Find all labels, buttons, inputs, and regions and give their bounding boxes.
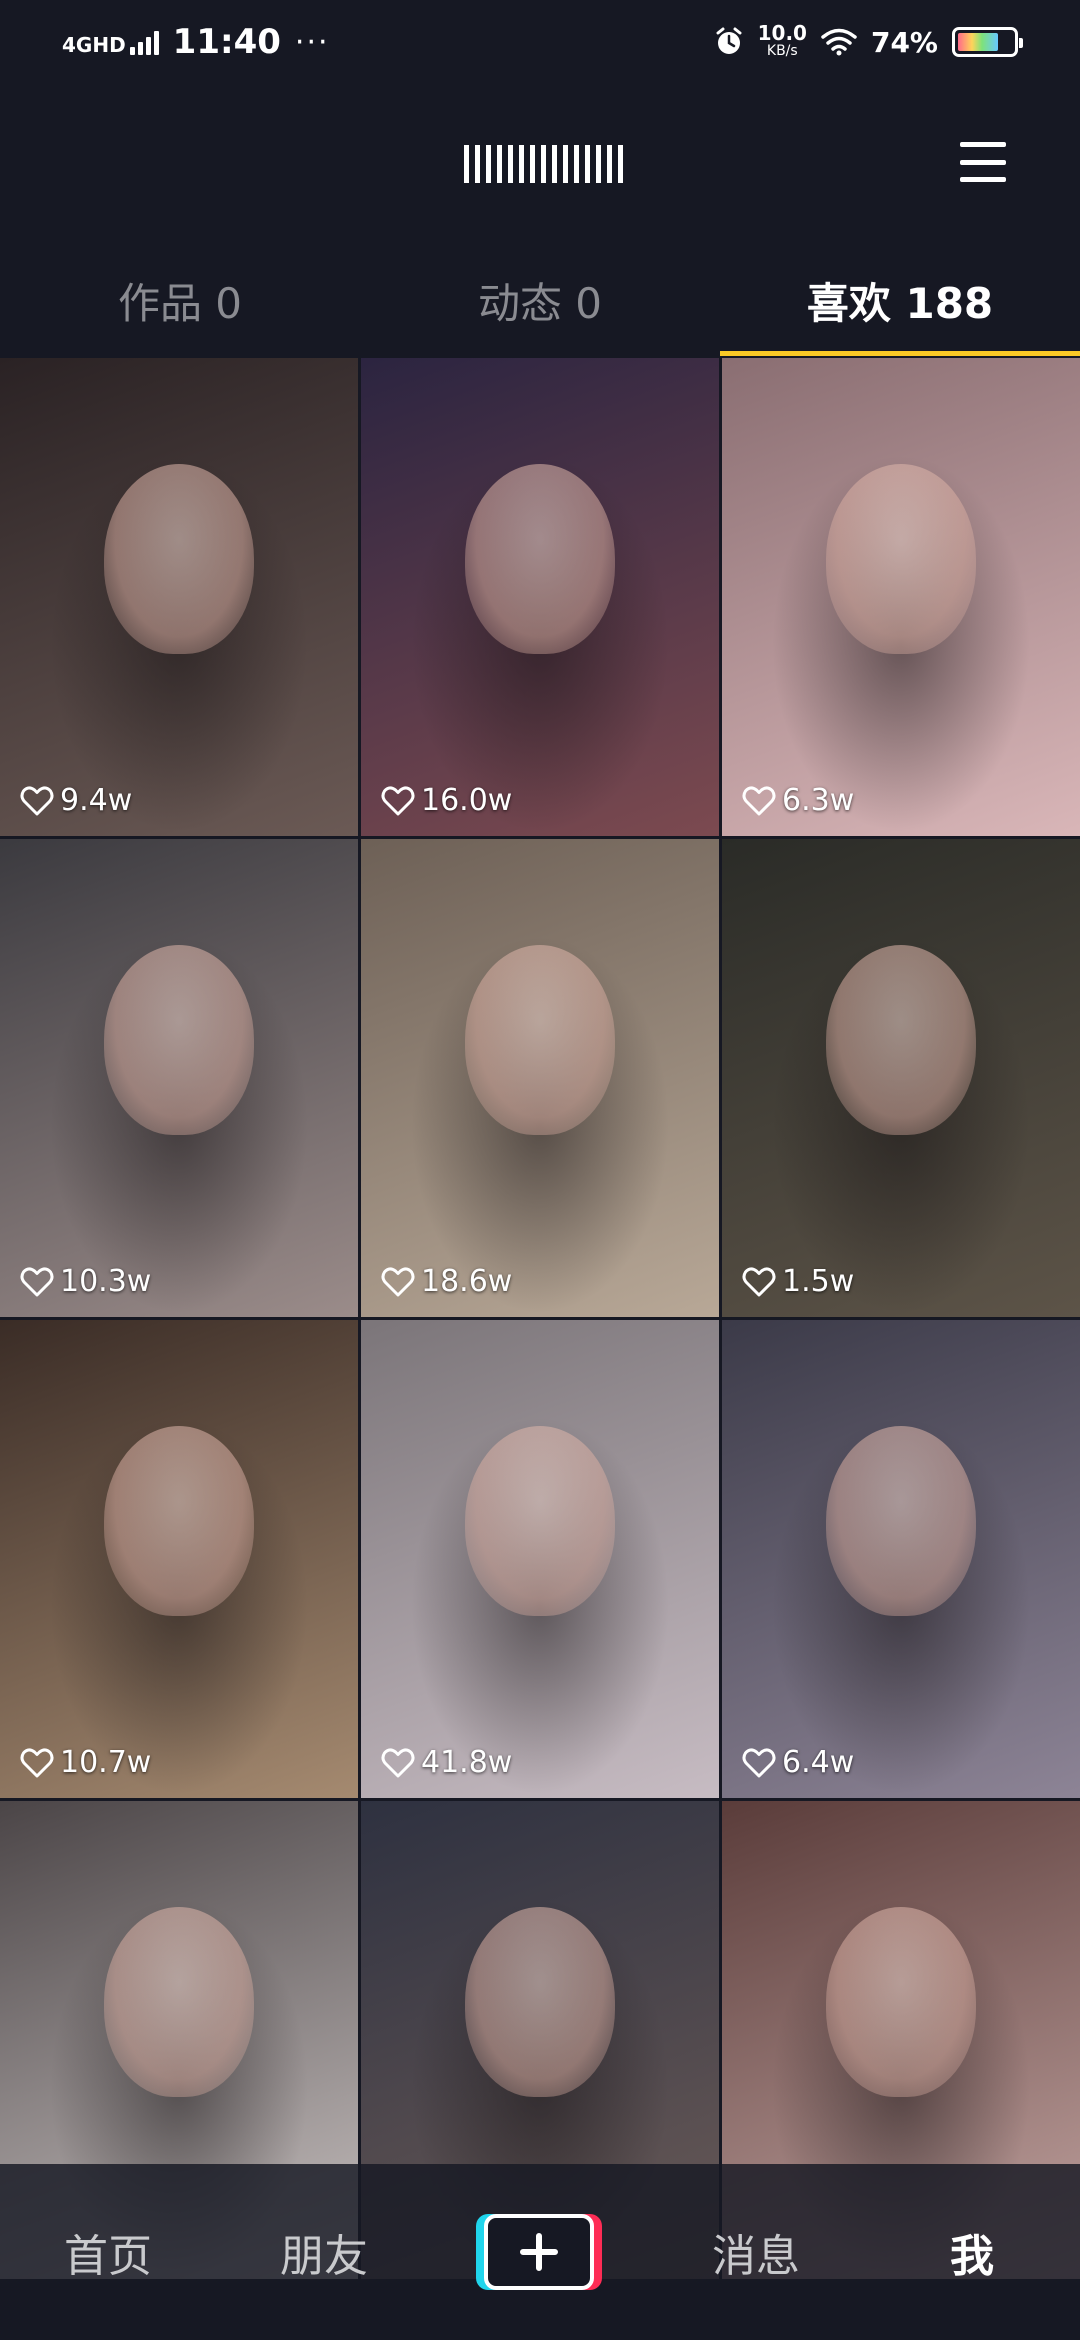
video-thumbnail[interactable]: 6.3w xyxy=(722,358,1080,836)
video-thumbnail[interactable]: 16.0w xyxy=(361,358,719,836)
username-placeholder xyxy=(464,144,623,184)
signal-icon xyxy=(129,29,159,55)
hamburger-menu-icon[interactable] xyxy=(960,142,1006,182)
thumbnail-subject xyxy=(465,463,615,654)
heart-outline-icon xyxy=(20,1748,54,1777)
like-count: 1.5w xyxy=(742,1264,854,1299)
heart-outline-icon xyxy=(381,1748,415,1777)
like-count-value: 16.0w xyxy=(421,783,513,818)
like-count-value: 10.3w xyxy=(60,1264,152,1299)
heart-outline-icon xyxy=(20,1267,54,1296)
like-count-value: 9.4w xyxy=(60,783,133,818)
video-thumbnail[interactable]: 10.3w xyxy=(0,839,358,1317)
thumbnail-subject xyxy=(104,1425,254,1616)
status-left: 4GHD 11:40 ··· xyxy=(62,22,330,62)
tab-works[interactable]: 作品 0 xyxy=(0,244,360,356)
thumbnail-subject xyxy=(826,463,976,654)
bottom-navigation: 首页 朋友 消息 我 xyxy=(0,2164,1080,2340)
like-count-value: 41.8w xyxy=(421,1745,513,1780)
profile-header xyxy=(0,84,1080,244)
like-count: 6.3w xyxy=(742,783,854,818)
like-count-value: 18.6w xyxy=(421,1264,513,1299)
liked-videos-grid: 9.4w 16.0w 6.3w 10.3w 18.6w 1.5w 10.7w 41.8w 6.4… xyxy=(0,358,1080,2279)
alarm-icon xyxy=(716,27,742,54)
thumbnail-subject xyxy=(104,944,254,1135)
video-thumbnail[interactable]: 41.8w xyxy=(361,1320,719,1798)
like-count-value: 6.3w xyxy=(782,783,855,818)
battery-fill xyxy=(958,33,998,51)
video-thumbnail[interactable]: 10.7w xyxy=(0,1320,358,1798)
nav-me[interactable]: 我 xyxy=(864,2220,1080,2284)
create-wrap xyxy=(432,2214,648,2290)
profile-tabs: 作品 0 动态 0 喜欢 188 xyxy=(0,244,1080,356)
thumbnail-subject xyxy=(465,1425,615,1616)
status-right: 10.0 KB/s 74% xyxy=(714,23,1023,60)
heart-outline-icon xyxy=(742,786,776,815)
battery-icon xyxy=(952,27,1023,57)
heart-outline-icon xyxy=(381,1267,415,1296)
heart-outline-icon xyxy=(742,1267,776,1296)
nav-messages[interactable]: 消息 xyxy=(648,2220,864,2284)
more-notifications-icon: ··· xyxy=(294,24,330,60)
tab-activity[interactable]: 动态 0 xyxy=(360,244,720,356)
plus-icon xyxy=(520,2233,558,2271)
video-thumbnail[interactable]: 1.5w xyxy=(722,839,1080,1317)
like-count: 6.4w xyxy=(742,1745,854,1780)
battery-percent: 74% xyxy=(870,25,938,59)
like-count-value: 1.5w xyxy=(782,1264,855,1299)
clock: 11:40 xyxy=(172,22,281,62)
video-thumbnail[interactable]: 9.4w xyxy=(0,358,358,836)
tab-likes[interactable]: 喜欢 188 xyxy=(720,244,1080,356)
network-type: 4GHD xyxy=(62,33,126,57)
thumbnail-subject xyxy=(465,944,615,1135)
thumbnail-subject xyxy=(104,1906,254,2097)
nav-friends[interactable]: 朋友 xyxy=(216,2220,432,2284)
thumbnail-subject xyxy=(826,1425,976,1616)
network-speed: 10.0 KB/s xyxy=(758,23,807,60)
thumbnail-subject xyxy=(104,463,254,654)
like-count: 41.8w xyxy=(381,1745,512,1780)
like-count-value: 10.7w xyxy=(60,1745,152,1780)
create-video-button[interactable] xyxy=(476,2214,602,2290)
like-count: 18.6w xyxy=(381,1264,512,1299)
like-count: 16.0w xyxy=(381,783,512,818)
status-bar: 4GHD 11:40 ··· 10.0 KB/s 74% xyxy=(0,0,1080,84)
like-count: 10.3w xyxy=(20,1264,151,1299)
video-thumbnail[interactable]: 6.4w xyxy=(722,1320,1080,1798)
video-thumbnail[interactable]: 18.6w xyxy=(361,839,719,1317)
like-count: 9.4w xyxy=(20,783,132,818)
network-indicator: 4GHD xyxy=(62,29,159,55)
heart-outline-icon xyxy=(381,786,415,815)
wifi-icon xyxy=(821,28,857,56)
heart-outline-icon xyxy=(742,1748,776,1777)
thumbnail-subject xyxy=(826,944,976,1135)
heart-outline-icon xyxy=(20,786,54,815)
like-count-value: 6.4w xyxy=(782,1745,855,1780)
thumbnail-subject xyxy=(826,1906,976,2097)
like-count: 10.7w xyxy=(20,1745,151,1780)
thumbnail-subject xyxy=(465,1906,615,2097)
nav-home[interactable]: 首页 xyxy=(0,2220,216,2284)
